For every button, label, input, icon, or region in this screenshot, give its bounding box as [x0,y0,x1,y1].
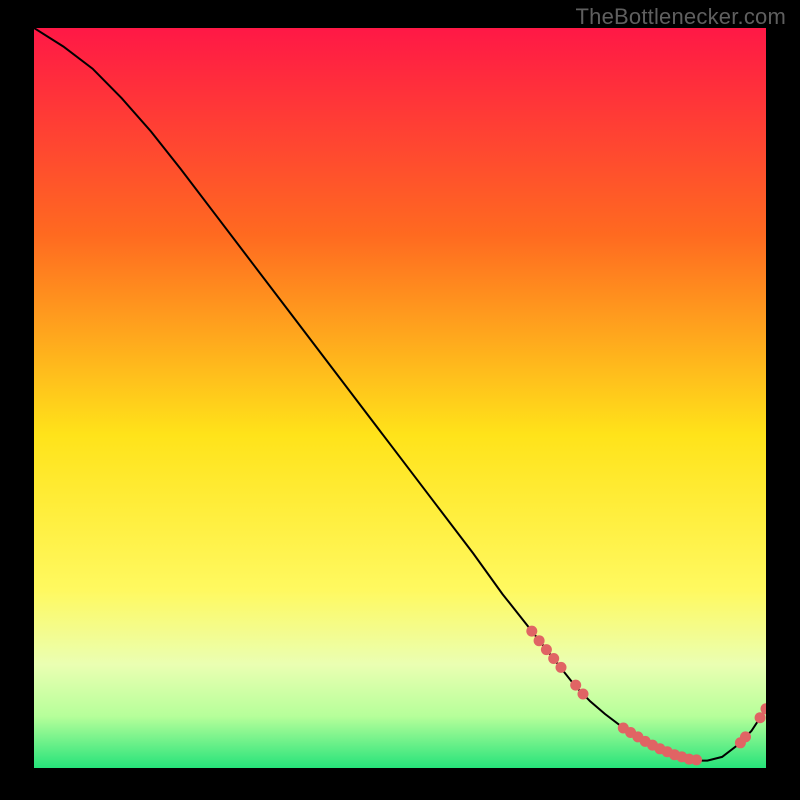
data-marker [740,731,751,742]
data-marker [526,626,537,637]
data-marker [570,680,581,691]
data-marker [541,644,552,655]
watermark-text: TheBottlenecker.com [576,4,786,30]
data-marker [578,689,589,700]
plot-area [34,28,766,768]
data-marker [548,653,559,664]
heatmap-background [34,28,766,768]
bottleneck-chart [34,28,766,768]
data-marker [534,635,545,646]
data-marker [691,754,702,765]
data-marker [556,662,567,673]
chart-frame: TheBottlenecker.com [0,0,800,800]
